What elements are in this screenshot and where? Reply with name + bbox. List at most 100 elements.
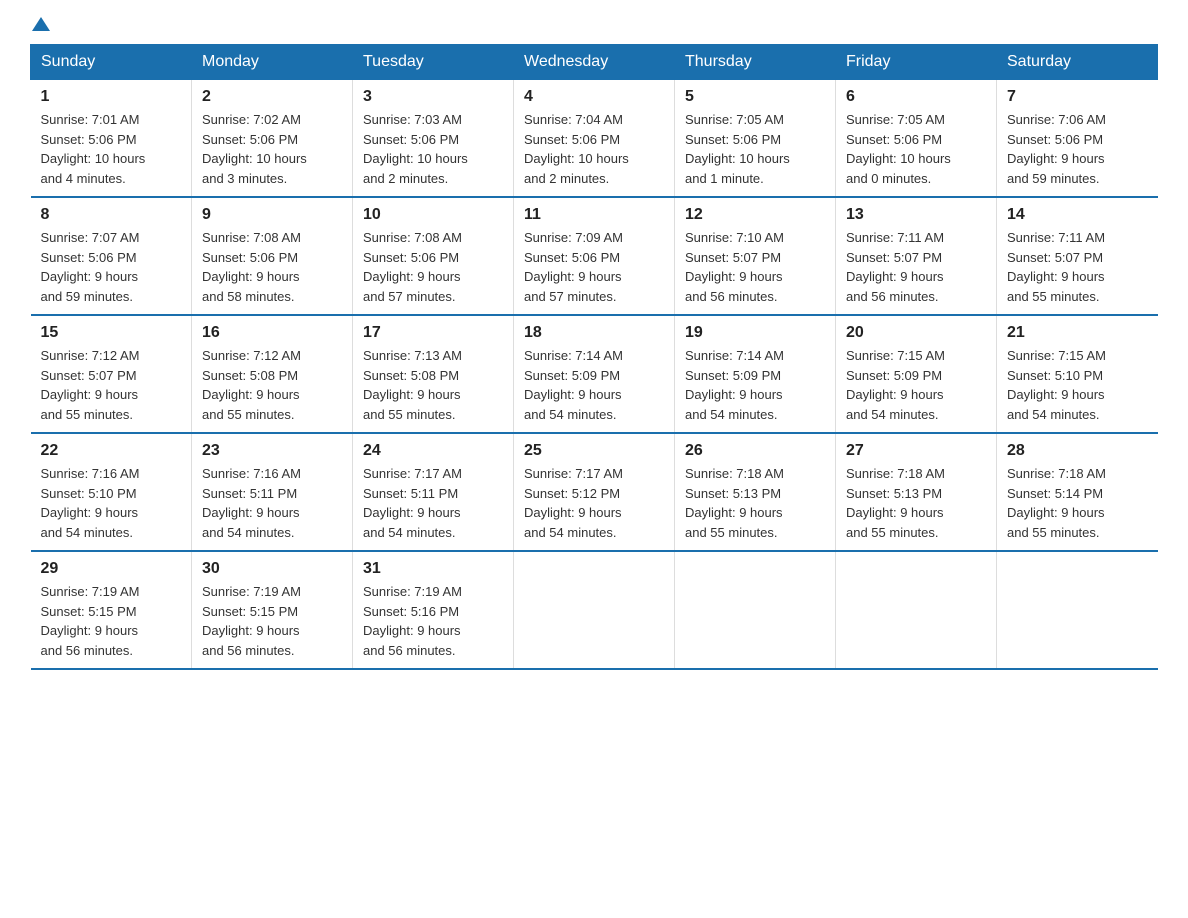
calendar-day-cell: 27 Sunrise: 7:18 AMSunset: 5:13 PMDaylig… xyxy=(836,433,997,551)
day-info: Sunrise: 7:18 AMSunset: 5:13 PMDaylight:… xyxy=(846,464,986,542)
day-info: Sunrise: 7:07 AMSunset: 5:06 PMDaylight:… xyxy=(41,228,182,306)
weekday-header-friday: Friday xyxy=(836,45,997,80)
day-info: Sunrise: 7:17 AMSunset: 5:12 PMDaylight:… xyxy=(524,464,664,542)
calendar-day-cell: 25 Sunrise: 7:17 AMSunset: 5:12 PMDaylig… xyxy=(514,433,675,551)
day-info: Sunrise: 7:09 AMSunset: 5:06 PMDaylight:… xyxy=(524,228,664,306)
calendar-day-cell: 14 Sunrise: 7:11 AMSunset: 5:07 PMDaylig… xyxy=(997,197,1158,315)
calendar-week-row: 29 Sunrise: 7:19 AMSunset: 5:15 PMDaylig… xyxy=(31,551,1158,669)
calendar-day-cell: 2 Sunrise: 7:02 AMSunset: 5:06 PMDayligh… xyxy=(192,80,353,198)
day-number: 12 xyxy=(685,206,825,224)
calendar-day-cell: 26 Sunrise: 7:18 AMSunset: 5:13 PMDaylig… xyxy=(675,433,836,551)
weekday-header-saturday: Saturday xyxy=(997,45,1158,80)
calendar-day-cell: 18 Sunrise: 7:14 AMSunset: 5:09 PMDaylig… xyxy=(514,315,675,433)
weekday-header-tuesday: Tuesday xyxy=(353,45,514,80)
day-info: Sunrise: 7:02 AMSunset: 5:06 PMDaylight:… xyxy=(202,110,342,188)
day-number: 23 xyxy=(202,442,342,460)
calendar-day-cell: 17 Sunrise: 7:13 AMSunset: 5:08 PMDaylig… xyxy=(353,315,514,433)
day-number: 17 xyxy=(363,324,503,342)
weekday-header-sunday: Sunday xyxy=(31,45,192,80)
day-number: 18 xyxy=(524,324,664,342)
day-number: 30 xyxy=(202,560,342,578)
day-number: 4 xyxy=(524,88,664,106)
day-number: 15 xyxy=(41,324,182,342)
day-number: 22 xyxy=(41,442,182,460)
day-number: 10 xyxy=(363,206,503,224)
day-info: Sunrise: 7:05 AMSunset: 5:06 PMDaylight:… xyxy=(685,110,825,188)
day-number: 21 xyxy=(1007,324,1148,342)
day-number: 24 xyxy=(363,442,503,460)
day-number: 13 xyxy=(846,206,986,224)
calendar-empty-cell xyxy=(997,551,1158,669)
day-info: Sunrise: 7:01 AMSunset: 5:06 PMDaylight:… xyxy=(41,110,182,188)
calendar-day-cell: 22 Sunrise: 7:16 AMSunset: 5:10 PMDaylig… xyxy=(31,433,192,551)
calendar-day-cell: 21 Sunrise: 7:15 AMSunset: 5:10 PMDaylig… xyxy=(997,315,1158,433)
day-info: Sunrise: 7:10 AMSunset: 5:07 PMDaylight:… xyxy=(685,228,825,306)
day-number: 9 xyxy=(202,206,342,224)
calendar-day-cell: 9 Sunrise: 7:08 AMSunset: 5:06 PMDayligh… xyxy=(192,197,353,315)
day-number: 27 xyxy=(846,442,986,460)
day-info: Sunrise: 7:15 AMSunset: 5:09 PMDaylight:… xyxy=(846,346,986,424)
day-number: 28 xyxy=(1007,442,1148,460)
day-info: Sunrise: 7:17 AMSunset: 5:11 PMDaylight:… xyxy=(363,464,503,542)
calendar-day-cell: 16 Sunrise: 7:12 AMSunset: 5:08 PMDaylig… xyxy=(192,315,353,433)
calendar-day-cell: 5 Sunrise: 7:05 AMSunset: 5:06 PMDayligh… xyxy=(675,80,836,198)
calendar-day-cell: 8 Sunrise: 7:07 AMSunset: 5:06 PMDayligh… xyxy=(31,197,192,315)
day-info: Sunrise: 7:03 AMSunset: 5:06 PMDaylight:… xyxy=(363,110,503,188)
calendar-day-cell: 3 Sunrise: 7:03 AMSunset: 5:06 PMDayligh… xyxy=(353,80,514,198)
day-info: Sunrise: 7:14 AMSunset: 5:09 PMDaylight:… xyxy=(685,346,825,424)
calendar-day-cell: 4 Sunrise: 7:04 AMSunset: 5:06 PMDayligh… xyxy=(514,80,675,198)
calendar-week-row: 8 Sunrise: 7:07 AMSunset: 5:06 PMDayligh… xyxy=(31,197,1158,315)
day-number: 2 xyxy=(202,88,342,106)
calendar-day-cell: 20 Sunrise: 7:15 AMSunset: 5:09 PMDaylig… xyxy=(836,315,997,433)
day-info: Sunrise: 7:12 AMSunset: 5:07 PMDaylight:… xyxy=(41,346,182,424)
calendar-empty-cell xyxy=(514,551,675,669)
day-info: Sunrise: 7:11 AMSunset: 5:07 PMDaylight:… xyxy=(846,228,986,306)
page-header xyxy=(30,20,1158,34)
calendar-day-cell: 15 Sunrise: 7:12 AMSunset: 5:07 PMDaylig… xyxy=(31,315,192,433)
weekday-header-thursday: Thursday xyxy=(675,45,836,80)
day-number: 14 xyxy=(1007,206,1148,224)
day-number: 29 xyxy=(41,560,182,578)
calendar-day-cell: 24 Sunrise: 7:17 AMSunset: 5:11 PMDaylig… xyxy=(353,433,514,551)
weekday-header-monday: Monday xyxy=(192,45,353,80)
calendar-day-cell: 11 Sunrise: 7:09 AMSunset: 5:06 PMDaylig… xyxy=(514,197,675,315)
calendar-empty-cell xyxy=(675,551,836,669)
calendar-header-row: SundayMondayTuesdayWednesdayThursdayFrid… xyxy=(31,45,1158,80)
calendar-day-cell: 6 Sunrise: 7:05 AMSunset: 5:06 PMDayligh… xyxy=(836,80,997,198)
day-info: Sunrise: 7:04 AMSunset: 5:06 PMDaylight:… xyxy=(524,110,664,188)
day-number: 25 xyxy=(524,442,664,460)
day-number: 26 xyxy=(685,442,825,460)
day-info: Sunrise: 7:16 AMSunset: 5:11 PMDaylight:… xyxy=(202,464,342,542)
calendar-table: SundayMondayTuesdayWednesdayThursdayFrid… xyxy=(30,44,1158,670)
day-number: 31 xyxy=(363,560,503,578)
calendar-day-cell: 19 Sunrise: 7:14 AMSunset: 5:09 PMDaylig… xyxy=(675,315,836,433)
calendar-week-row: 15 Sunrise: 7:12 AMSunset: 5:07 PMDaylig… xyxy=(31,315,1158,433)
calendar-day-cell: 23 Sunrise: 7:16 AMSunset: 5:11 PMDaylig… xyxy=(192,433,353,551)
day-info: Sunrise: 7:08 AMSunset: 5:06 PMDaylight:… xyxy=(202,228,342,306)
calendar-empty-cell xyxy=(836,551,997,669)
day-info: Sunrise: 7:11 AMSunset: 5:07 PMDaylight:… xyxy=(1007,228,1148,306)
day-info: Sunrise: 7:08 AMSunset: 5:06 PMDaylight:… xyxy=(363,228,503,306)
calendar-day-cell: 10 Sunrise: 7:08 AMSunset: 5:06 PMDaylig… xyxy=(353,197,514,315)
day-info: Sunrise: 7:19 AMSunset: 5:16 PMDaylight:… xyxy=(363,582,503,660)
day-number: 1 xyxy=(41,88,182,106)
day-info: Sunrise: 7:18 AMSunset: 5:13 PMDaylight:… xyxy=(685,464,825,542)
calendar-day-cell: 31 Sunrise: 7:19 AMSunset: 5:16 PMDaylig… xyxy=(353,551,514,669)
calendar-day-cell: 13 Sunrise: 7:11 AMSunset: 5:07 PMDaylig… xyxy=(836,197,997,315)
calendar-day-cell: 7 Sunrise: 7:06 AMSunset: 5:06 PMDayligh… xyxy=(997,80,1158,198)
day-number: 8 xyxy=(41,206,182,224)
calendar-day-cell: 28 Sunrise: 7:18 AMSunset: 5:14 PMDaylig… xyxy=(997,433,1158,551)
day-info: Sunrise: 7:14 AMSunset: 5:09 PMDaylight:… xyxy=(524,346,664,424)
day-number: 19 xyxy=(685,324,825,342)
calendar-day-cell: 29 Sunrise: 7:19 AMSunset: 5:15 PMDaylig… xyxy=(31,551,192,669)
day-number: 16 xyxy=(202,324,342,342)
day-number: 6 xyxy=(846,88,986,106)
calendar-week-row: 1 Sunrise: 7:01 AMSunset: 5:06 PMDayligh… xyxy=(31,80,1158,198)
logo xyxy=(30,20,50,34)
day-info: Sunrise: 7:19 AMSunset: 5:15 PMDaylight:… xyxy=(202,582,342,660)
logo-triangle-icon xyxy=(32,17,50,31)
weekday-header-wednesday: Wednesday xyxy=(514,45,675,80)
calendar-day-cell: 12 Sunrise: 7:10 AMSunset: 5:07 PMDaylig… xyxy=(675,197,836,315)
day-number: 5 xyxy=(685,88,825,106)
calendar-day-cell: 1 Sunrise: 7:01 AMSunset: 5:06 PMDayligh… xyxy=(31,80,192,198)
